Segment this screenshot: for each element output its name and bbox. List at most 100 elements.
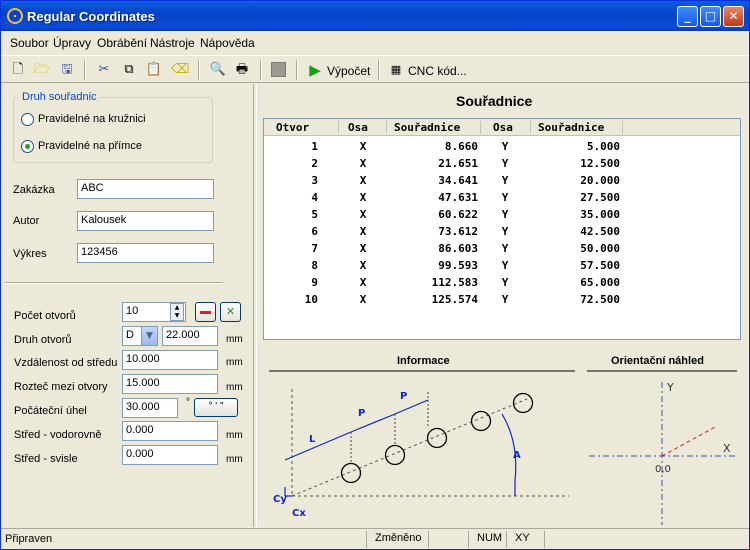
stop-icon[interactable]	[271, 62, 286, 77]
cell-axis-x: X	[359, 174, 367, 187]
menu-machining[interactable]: Obrábění	[97, 36, 147, 50]
cell-x: 21.651	[438, 157, 478, 170]
hole-circle	[426, 427, 448, 449]
cnc-code-button-label[interactable]: CNC kód...	[408, 64, 467, 78]
play-icon[interactable]: ▶	[306, 61, 324, 79]
chevron-down-icon[interactable]: ▼	[141, 327, 157, 345]
cell-y: 27.500	[580, 191, 620, 204]
hole-circle	[470, 410, 492, 432]
cut-icon[interactable]: ✂	[95, 61, 113, 79]
header-hole[interactable]: Otvor	[276, 121, 309, 134]
menu-edit[interactable]: Úpravy	[53, 36, 91, 50]
header-separator	[622, 121, 623, 134]
radio-circle[interactable]	[21, 113, 34, 126]
center-x-input[interactable]: 0.000	[122, 421, 218, 441]
radio-circle-label[interactable]: Pravidelné na kružnici	[38, 113, 146, 125]
menu-help[interactable]: Nápověda	[200, 36, 255, 50]
info-diagram: L P P A Cy Cx	[273, 389, 569, 519]
cell-axis-y: Y	[501, 208, 509, 221]
spin-down-icon[interactable]: ▼	[171, 312, 183, 320]
cell-axis-y: Y	[501, 225, 509, 238]
menu-file[interactable]: Soubor	[10, 36, 49, 50]
cell-axis-y: Y	[501, 191, 509, 204]
compute-button-label[interactable]: Výpočet	[327, 64, 370, 78]
hole-size-input[interactable]: 22.000	[162, 326, 218, 346]
table-row[interactable]: 8 X 99.593 Y 57.500	[264, 257, 740, 274]
maximize-button[interactable]: □	[700, 6, 721, 27]
cell-y: 42.500	[580, 225, 620, 238]
cell-axis-y: Y	[501, 293, 509, 306]
cell-x: 99.593	[438, 259, 478, 272]
table-row[interactable]: 9 X 112.583 Y 65.000	[264, 274, 740, 291]
table-row[interactable]: 4 X 47.631 Y 27.500	[264, 189, 740, 206]
open-folder-icon[interactable]: 🗁	[33, 61, 51, 79]
confirm-button[interactable]: ✕	[220, 302, 241, 322]
center-y-input[interactable]: 0.000	[122, 445, 218, 465]
header-coord-1[interactable]: Souřadnice	[394, 121, 460, 134]
hole-circle	[340, 462, 362, 484]
main-window: Regular Coordinates _ □ ✕ Soubor Úpravy …	[0, 0, 750, 550]
cnc-code-icon[interactable]: ▦	[387, 61, 405, 79]
hole-line	[291, 398, 528, 497]
cell-hole: 7	[311, 242, 318, 255]
angle-arc	[501, 413, 517, 482]
order-input[interactable]: ABC	[77, 179, 214, 199]
hole-circle	[384, 444, 406, 466]
table-row[interactable]: 6 X 73.612 Y 42.500	[264, 223, 740, 240]
table-row[interactable]: 1 X 8.660 Y 5.000	[264, 138, 740, 155]
author-label: Autor	[13, 215, 40, 227]
x-axis-label: X	[723, 442, 731, 455]
copy-icon[interactable]: ⧉	[120, 61, 138, 79]
cell-y: 5.000	[586, 140, 620, 153]
radio-line-label[interactable]: Pravidelné na přímce	[38, 140, 142, 152]
header-coord-2[interactable]: Souřadnice	[538, 121, 604, 134]
title-bar[interactable]: Regular Coordinates _ □ ✕	[1, 1, 749, 31]
new-file-icon[interactable]: 🗋	[9, 61, 27, 79]
hole-count-spinner[interactable]: ▲ ▼	[170, 303, 184, 321]
cell-axis-y: Y	[501, 157, 509, 170]
eraser-icon[interactable]: ⌫	[171, 61, 189, 79]
start-angle-label: Počáteční úhel	[14, 405, 87, 417]
distance-input[interactable]: 10.000	[122, 350, 218, 370]
print-icon[interactable]: 🖶	[233, 61, 251, 79]
hole-type-label: Druh otvorů	[14, 334, 72, 346]
status-ready: Připraven	[5, 533, 53, 545]
coordinates-list-header: Otvor Osa Souřadnice Osa Souřadnice	[264, 119, 740, 136]
start-angle-input[interactable]: 30.000	[122, 398, 178, 418]
table-row[interactable]: 5 X 60.622 Y 35.000	[264, 206, 740, 223]
cell-y: 35.000	[580, 208, 620, 221]
table-row[interactable]: 10 X 125.574 Y 72.500	[264, 291, 740, 308]
save-icon[interactable]: 🖫	[58, 61, 76, 79]
header-separator	[338, 121, 339, 134]
status-num: NUM	[468, 531, 506, 548]
table-row[interactable]: 2 X 21.651 Y 12.500	[264, 155, 740, 172]
table-row[interactable]: 7 X 86.603 Y 50.000	[264, 240, 740, 257]
spin-up-icon[interactable]: ▲	[171, 304, 183, 312]
drawing-input[interactable]: 123456	[77, 243, 214, 263]
radio-line[interactable]	[21, 140, 34, 153]
paste-icon[interactable]: 📋	[145, 61, 163, 79]
preview-hole-line	[661, 425, 718, 457]
cell-y: 12.500	[580, 157, 620, 170]
check-x-icon: ✕	[225, 305, 236, 318]
header-axis-2[interactable]: Osa	[493, 121, 513, 134]
header-axis-1[interactable]: Osa	[348, 121, 368, 134]
table-row[interactable]: 3 X 34.641 Y 20.000	[264, 172, 740, 189]
cell-hole: 10	[304, 293, 318, 306]
author-input[interactable]: Kalousek	[77, 211, 214, 231]
print-preview-icon[interactable]: 🔍	[209, 61, 227, 79]
cell-x: 34.641	[438, 174, 478, 187]
dimension-p2	[394, 399, 429, 415]
left-panel: Druh souřadnic Pravidelné na kružnici Pr…	[1, 84, 253, 527]
remove-hole-button[interactable]	[195, 302, 216, 322]
menu-tools[interactable]: Nástroje	[150, 36, 195, 50]
close-button[interactable]: ✕	[723, 6, 744, 27]
cell-axis-y: Y	[501, 174, 509, 187]
cell-x: 47.631	[438, 191, 478, 204]
dms-button[interactable]: ° ' "	[194, 398, 238, 417]
coordinates-list[interactable]: Otvor Osa Souřadnice Osa Souřadnice 1 X 8.…	[263, 118, 741, 340]
preview-diagram: Y X 0,0	[589, 381, 737, 525]
minimize-button[interactable]: _	[677, 6, 698, 27]
pitch-input[interactable]: 15.000	[122, 374, 218, 394]
cell-axis-x: X	[359, 140, 367, 153]
